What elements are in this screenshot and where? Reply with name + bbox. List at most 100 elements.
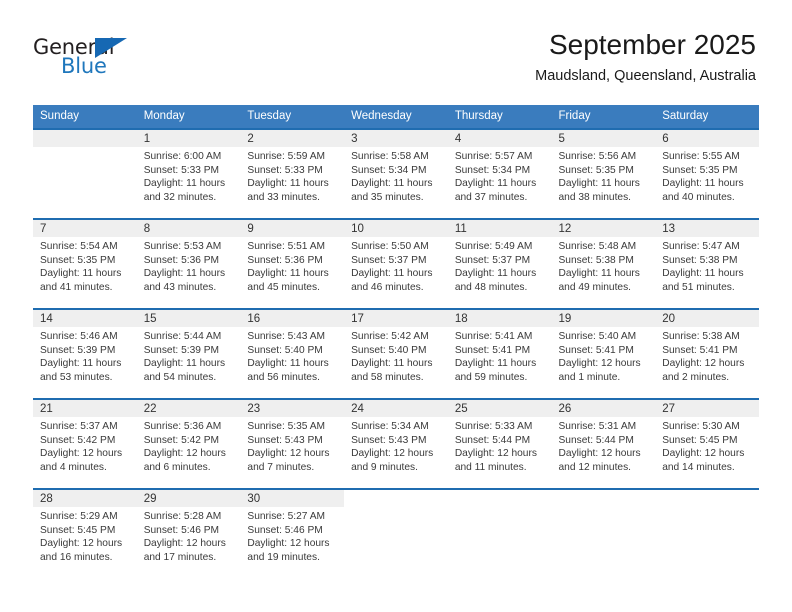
- daylight-text: Daylight: 11 hours: [454, 178, 537, 190]
- sunrise-text: Sunrise: 5:47 AM: [662, 241, 740, 252]
- day-number: 1: [136, 130, 241, 147]
- day-cell-inner: 22 Sunrise: 5:36 AM Sunset: 5:42 PM Dayligh…: [136, 400, 241, 488]
- sunrise-text: Sunrise: 5:36 AM: [143, 421, 222, 432]
- calendar-page: General Blue September 2025 Maudsland, Q…: [0, 0, 792, 612]
- day-cell-empty: [344, 488, 448, 578]
- daylight-text: and 4 minutes.: [40, 461, 107, 473]
- day-cell-inner: 2 Sunrise: 5:59 AM Sunset: 5:33 PM Daylight…: [240, 130, 345, 218]
- sunrise-text: Sunrise: 5:50 AM: [351, 241, 429, 252]
- day-cell-inner: 18 Sunrise: 5:41 AM Sunset: 5:41 PM Dayligh…: [447, 310, 552, 398]
- day-cell[interactable]: 25 Sunrise: 5:33 AM Sunset: 5:44 PM Dayligh…: [447, 398, 552, 489]
- day-cell[interactable]: 30 Sunrise: 5:27 AM Sunset: 5:46 PM Dayligh…: [240, 488, 345, 578]
- calendar-header-row: Sunday Monday Tuesday Wednesday Thursday Frid…: [33, 105, 759, 129]
- day-details: Sunrise: 5:49 AM Sunset: 5:37 PM Daylight:…: [448, 237, 552, 294]
- day-cell[interactable]: 29 Sunrise: 5:28 AM Sunset: 5:46 PM Dayligh…: [136, 488, 241, 578]
- day-number: 6: [655, 130, 759, 147]
- day-cell[interactable]: 13 Sunrise: 5:47 AM Sunset: 5:38 PM Dayligh…: [655, 218, 759, 309]
- day-number: 26: [551, 400, 656, 417]
- daylight-text: Daylight: 11 hours: [351, 178, 433, 190]
- day-cell[interactable]: 15 Sunrise: 5:44 AM Sunset: 5:39 PM Dayligh…: [136, 308, 241, 399]
- day-cell[interactable]: 19 Sunrise: 5:40 AM Sunset: 5:41 PM Dayligh…: [551, 308, 656, 399]
- day-cell[interactable]: 24 Sunrise: 5:34 AM Sunset: 5:43 PM Dayligh…: [344, 398, 448, 489]
- day-details: Sunrise: 5:36 AM Sunset: 5:42 PM Daylight:…: [137, 417, 241, 474]
- sunrise-text: Sunrise: 5:35 AM: [247, 421, 325, 432]
- day-details: Sunrise: 5:53 AM Sunset: 5:36 PM Daylight:…: [137, 237, 241, 294]
- day-cell[interactable]: 27 Sunrise: 5:30 AM Sunset: 5:45 PM Dayligh…: [655, 398, 759, 489]
- day-cell[interactable]: 20 Sunrise: 5:38 AM Sunset: 5:41 PM Dayligh…: [655, 308, 759, 399]
- day-cell-inner: 14 Sunrise: 5:46 AM Sunset: 5:39 PM Dayligh…: [33, 310, 137, 398]
- day-number: 7: [33, 220, 137, 237]
- daylight-text: Daylight: 11 hours: [454, 358, 537, 370]
- sunset-text: Sunset: 5:46 PM: [247, 524, 323, 536]
- day-details: Sunrise: 5:44 AM Sunset: 5:39 PM Daylight:…: [137, 327, 241, 384]
- sunset-text: Sunset: 5:42 PM: [40, 434, 116, 446]
- sunrise-text: Sunrise: 5:46 AM: [40, 331, 118, 342]
- day-cell[interactable]: 22 Sunrise: 5:36 AM Sunset: 5:42 PM Dayligh…: [136, 398, 241, 489]
- day-cell[interactable]: 6 Sunrise: 5:55 AM Sunset: 5:35 PM Daylight…: [655, 128, 759, 219]
- sunrise-text: Sunrise: 5:53 AM: [143, 241, 222, 252]
- day-cell[interactable]: 11 Sunrise: 5:49 AM Sunset: 5:37 PM Dayligh…: [447, 218, 552, 309]
- day-number: [551, 490, 656, 507]
- weekday-header-saturday: Saturday: [655, 105, 759, 129]
- day-cell-inner: 13 Sunrise: 5:47 AM Sunset: 5:38 PM Dayligh…: [655, 220, 759, 308]
- daylight-text: Daylight: 12 hours: [558, 358, 641, 370]
- day-cell[interactable]: 10 Sunrise: 5:50 AM Sunset: 5:37 PM Dayligh…: [344, 218, 448, 309]
- daylight-text: Daylight: 11 hours: [351, 268, 433, 280]
- day-cell[interactable]: 28 Sunrise: 5:29 AM Sunset: 5:45 PM Dayligh…: [33, 488, 137, 578]
- daylight-text: and 1 minute.: [558, 371, 621, 383]
- daylight-text: and 32 minutes.: [143, 191, 217, 203]
- day-cell[interactable]: 23 Sunrise: 5:35 AM Sunset: 5:43 PM Dayligh…: [240, 398, 345, 489]
- daylight-text: Daylight: 12 hours: [143, 538, 226, 550]
- daylight-text: and 53 minutes.: [40, 371, 113, 383]
- daylight-text: and 35 minutes.: [351, 191, 424, 203]
- daylight-text: and 33 minutes.: [247, 191, 320, 203]
- day-cell[interactable]: 26 Sunrise: 5:31 AM Sunset: 5:44 PM Dayligh…: [551, 398, 656, 489]
- sunset-text: Sunset: 5:35 PM: [40, 254, 116, 266]
- page-title: September 2025: [548, 29, 756, 60]
- day-details: Sunrise: 5:42 AM Sunset: 5:40 PM Daylight:…: [344, 327, 448, 384]
- day-cell-inner: 25 Sunrise: 5:33 AM Sunset: 5:44 PM Dayligh…: [447, 400, 552, 488]
- weekday-header-thursday: Thursday: [447, 105, 552, 129]
- day-cell[interactable]: 7 Sunrise: 5:54 AM Sunset: 5:35 PM Daylight…: [33, 218, 137, 309]
- calendar-week-row: 21 Sunrise: 5:37 AM Sunset: 5:42 PM Dayligh…: [33, 398, 759, 489]
- day-cell[interactable]: 1 Sunrise: 6:00 AM Sunset: 5:33 PM Daylight…: [136, 128, 241, 219]
- daylight-text: Daylight: 11 hours: [143, 358, 226, 370]
- day-cell[interactable]: 5 Sunrise: 5:56 AM Sunset: 5:35 PM Daylight…: [551, 128, 656, 219]
- daylight-text: Daylight: 12 hours: [351, 448, 434, 460]
- day-cell-inner: 23 Sunrise: 5:35 AM Sunset: 5:43 PM Dayligh…: [240, 400, 345, 488]
- sunset-text: Sunset: 5:40 PM: [351, 344, 427, 356]
- day-details: Sunrise: 5:37 AM Sunset: 5:42 PM Daylight:…: [33, 417, 137, 474]
- day-details: Sunrise: 5:56 AM Sunset: 5:35 PM Daylight:…: [552, 147, 656, 204]
- day-number: 28: [33, 490, 137, 507]
- sunset-text: Sunset: 5:38 PM: [662, 254, 738, 266]
- day-cell[interactable]: 12 Sunrise: 5:48 AM Sunset: 5:38 PM Dayligh…: [551, 218, 656, 309]
- day-cell[interactable]: 3 Sunrise: 5:58 AM Sunset: 5:34 PM Daylight…: [344, 128, 448, 219]
- day-cell[interactable]: 16 Sunrise: 5:43 AM Sunset: 5:40 PM Dayligh…: [240, 308, 345, 399]
- daylight-text: and 48 minutes.: [454, 281, 528, 293]
- day-cell[interactable]: 2 Sunrise: 5:59 AM Sunset: 5:33 PM Daylight…: [240, 128, 345, 219]
- sunset-text: Sunset: 5:34 PM: [351, 164, 427, 176]
- day-cell[interactable]: 4 Sunrise: 5:57 AM Sunset: 5:34 PM Daylight…: [447, 128, 552, 219]
- sunset-text: Sunset: 5:41 PM: [662, 344, 738, 356]
- calendar-body: 1 Sunrise: 6:00 AM Sunset: 5:33 PM Daylight…: [33, 128, 759, 578]
- day-cell[interactable]: 9 Sunrise: 5:51 AM Sunset: 5:36 PM Daylight…: [240, 218, 345, 309]
- day-number: [33, 130, 137, 147]
- day-cell[interactable]: 21 Sunrise: 5:37 AM Sunset: 5:42 PM Dayligh…: [33, 398, 137, 489]
- daylight-text: Daylight: 11 hours: [247, 268, 329, 280]
- daylight-text: Daylight: 11 hours: [662, 268, 744, 280]
- day-cell[interactable]: 14 Sunrise: 5:46 AM Sunset: 5:39 PM Dayligh…: [33, 308, 137, 399]
- day-cell[interactable]: 8 Sunrise: 5:53 AM Sunset: 5:36 PM Daylight…: [136, 218, 241, 309]
- day-cell[interactable]: 18 Sunrise: 5:41 AM Sunset: 5:41 PM Dayligh…: [447, 308, 552, 399]
- daylight-text: Daylight: 11 hours: [247, 358, 329, 370]
- sunrise-text: Sunrise: 5:43 AM: [247, 331, 325, 342]
- day-number: 5: [551, 130, 656, 147]
- general-blue-logo[interactable]: General Blue: [33, 35, 153, 83]
- day-cell-inner: 19 Sunrise: 5:40 AM Sunset: 5:41 PM Dayligh…: [551, 310, 656, 398]
- sunset-text: Sunset: 5:45 PM: [662, 434, 738, 446]
- daylight-text: and 16 minutes.: [40, 551, 113, 563]
- day-cell[interactable]: 17 Sunrise: 5:42 AM Sunset: 5:40 PM Dayligh…: [344, 308, 448, 399]
- day-number: 22: [136, 400, 241, 417]
- day-cell-inner: [344, 490, 448, 578]
- sunset-text: Sunset: 5:36 PM: [247, 254, 323, 266]
- day-cell-inner: 29 Sunrise: 5:28 AM Sunset: 5:46 PM Dayligh…: [136, 490, 241, 578]
